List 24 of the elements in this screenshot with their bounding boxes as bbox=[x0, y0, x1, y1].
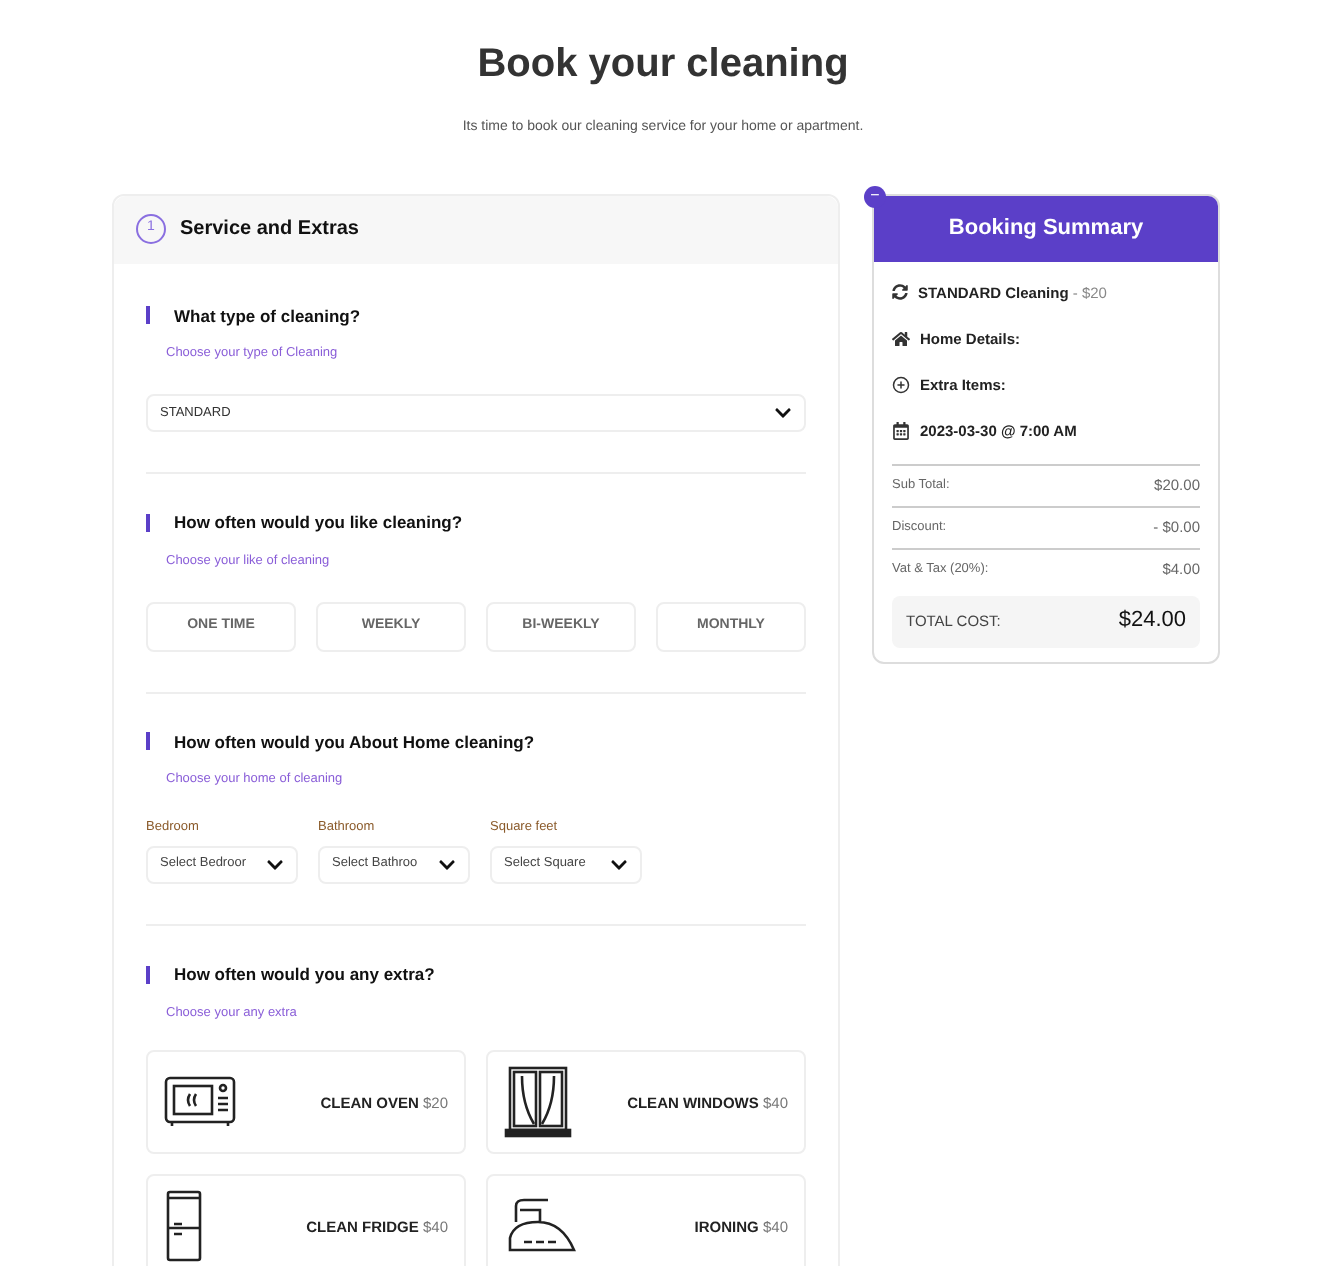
chevron-down-icon bbox=[438, 855, 456, 874]
summary-title: Booking Summary bbox=[948, 213, 1144, 244]
plus-circle-icon bbox=[892, 376, 910, 395]
accent-bar bbox=[146, 732, 150, 751]
window-icon bbox=[504, 1066, 572, 1139]
question-text: How often would you About Home cleaning? bbox=[172, 729, 535, 755]
chevron-down-icon bbox=[774, 404, 792, 422]
page-title: Book your cleaning bbox=[477, 40, 849, 90]
chevron-down-icon bbox=[610, 855, 628, 874]
accent-bar bbox=[146, 965, 150, 984]
card-title: Service and Extras bbox=[180, 216, 359, 244]
accent-bar bbox=[146, 306, 150, 325]
microwave-icon bbox=[164, 1076, 236, 1129]
chevron-down-icon bbox=[266, 855, 284, 874]
question-text: How often would you like cleaning? bbox=[172, 510, 463, 536]
question-text: What type of cleaning? bbox=[172, 303, 361, 329]
fridge-icon bbox=[164, 1190, 204, 1263]
accent-bar bbox=[146, 513, 150, 532]
home-icon bbox=[892, 329, 910, 348]
collapse-button[interactable]: − bbox=[864, 185, 886, 207]
question-text: How often would you any extra? bbox=[172, 961, 435, 987]
calendar-icon bbox=[892, 422, 910, 441]
iron-icon bbox=[504, 1198, 576, 1255]
refresh-icon bbox=[892, 284, 908, 301]
